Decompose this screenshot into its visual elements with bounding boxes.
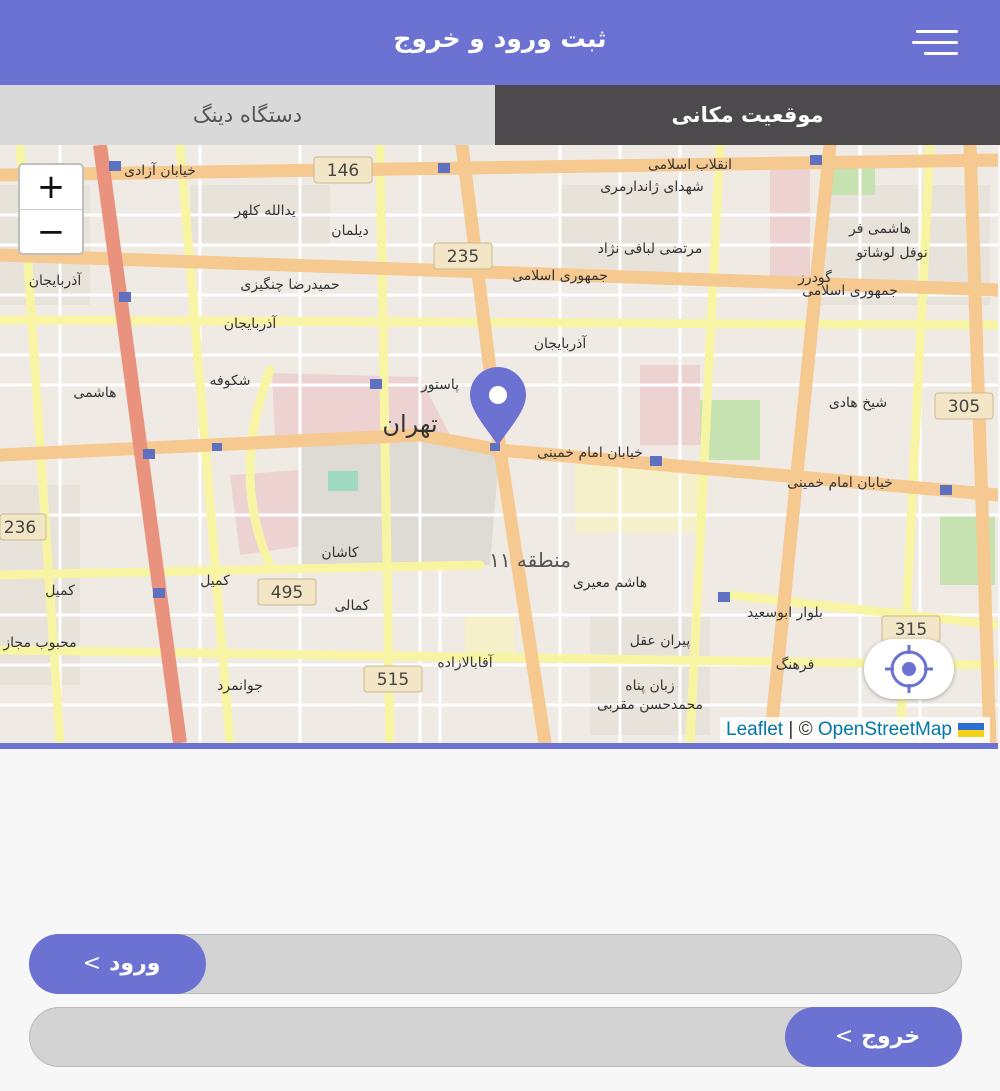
road-badge: 515: [377, 670, 409, 690]
street-label: آذربایجان: [29, 272, 83, 289]
street-label: محمدحسن مقربی: [597, 697, 703, 713]
road-badge: 146: [327, 161, 359, 181]
chevron-left-icon: <: [82, 951, 102, 976]
gps-locate-icon[interactable]: [864, 639, 954, 699]
street-label: شیخ هادی: [829, 395, 887, 411]
road-badge: 495: [271, 583, 303, 603]
district-label: منطقه ۱۱: [489, 548, 571, 572]
ukraine-flag-icon: [958, 722, 984, 737]
map-tiles: 146 235 305 236 495 515 315 انقلاب اسلام…: [0, 145, 998, 743]
tab-bar: دستگاه دینگ موقعیت مکانی: [0, 85, 1000, 145]
tab-ding-device[interactable]: دستگاه دینگ: [0, 85, 495, 145]
street-label: خیابان امام خمینی: [537, 445, 643, 461]
exit-slider-track: < خروج: [29, 1007, 962, 1067]
attribution-separator: | ©: [783, 719, 818, 740]
road-badge: 235: [447, 247, 479, 267]
road-badge: 236: [4, 518, 36, 538]
osm-link[interactable]: OpenStreetMap: [818, 719, 952, 740]
street-label: کمیل: [45, 583, 75, 599]
map-view[interactable]: 146 235 305 236 495 515 315 انقلاب اسلام…: [0, 145, 998, 749]
zoom-in-button[interactable]: +: [20, 165, 82, 210]
menu-line: [916, 30, 958, 33]
street-label: فرهنگ: [776, 656, 815, 673]
street-label: حمیدرضا چنگیزی: [240, 276, 339, 293]
zoom-out-button[interactable]: −: [20, 210, 82, 254]
street-label: هاشم معیری: [573, 575, 647, 591]
street-label: خیابان امام خمینی: [787, 475, 893, 491]
street-label: آذربایجان: [534, 335, 588, 352]
map-attribution: Leaflet | © OpenStreetMap: [720, 717, 990, 743]
street-label: یدالله کلهر: [233, 203, 296, 219]
hamburger-menu-icon[interactable]: [912, 30, 958, 56]
street-label: پاستور: [420, 377, 459, 393]
exit-label: خروج: [861, 1024, 921, 1049]
street-label: هاشمی فر: [848, 221, 911, 237]
exit-button[interactable]: < خروج: [785, 1007, 962, 1067]
enter-slider-track: < ورود: [29, 934, 962, 994]
enter-button[interactable]: < ورود: [29, 934, 206, 994]
enter-label: ورود: [109, 951, 161, 976]
menu-line: [924, 52, 958, 55]
street-label: گودرز: [797, 269, 832, 286]
street-label: مرتضی لبافی نژاد: [598, 241, 703, 257]
page-title: ثبت ورود و خروج: [393, 24, 607, 53]
chevron-left-icon: <: [834, 1024, 854, 1049]
street-label: هاشمی: [73, 385, 116, 401]
zoom-control: + −: [18, 163, 84, 255]
street-label: دیلمان: [331, 223, 368, 239]
street-label: محبوب مجاز: [2, 635, 76, 651]
street-label: بلوار ابوسعید: [747, 605, 823, 621]
street-label: جمهوری اسلامی: [512, 268, 608, 284]
street-label: شهدای ژاندارمری: [600, 179, 704, 195]
crosshair-icon: [885, 645, 933, 693]
street-label: زبان پناه: [625, 678, 674, 694]
road-badge: 305: [948, 397, 980, 417]
street-label: کاشان: [321, 545, 359, 561]
city-label: تهران: [382, 410, 437, 438]
street-label: شکوفه: [210, 373, 251, 389]
leaflet-link[interactable]: Leaflet: [726, 719, 783, 740]
street-label: خیابان آزادی: [124, 162, 196, 179]
street-label: آقابالازاده: [437, 654, 493, 671]
app-header: ثبت ورود و خروج: [0, 0, 1000, 85]
street-label: پیران عقل: [630, 633, 691, 649]
tab-location[interactable]: موقعیت مکانی: [495, 85, 1000, 145]
street-label: کمیل: [200, 573, 230, 589]
street-label: آذربایجان: [224, 315, 278, 332]
menu-line: [912, 41, 958, 44]
street-label: انقلاب اسلامی: [648, 157, 732, 173]
street-label: کمالی: [335, 598, 370, 614]
street-label: جوانمرد: [217, 678, 263, 694]
road-badge: 315: [895, 620, 927, 640]
street-label: نوفل لوشاتو: [855, 245, 928, 261]
